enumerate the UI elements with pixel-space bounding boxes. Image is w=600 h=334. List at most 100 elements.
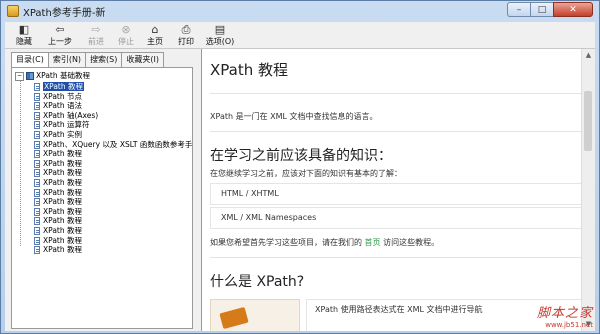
forward-label: 前进 xyxy=(88,37,104,46)
title-bar[interactable]: XPath参考手册-新 – □ ✕ xyxy=(1,1,599,21)
page-title: XPath 教程 xyxy=(210,61,288,79)
divider xyxy=(210,257,582,258)
tree-item[interactable]: XPath 语法 xyxy=(34,101,82,111)
watermark-title: 脚本之家 xyxy=(536,306,593,321)
what-text: XPath 使用路径表达式在 XML 文档中进行导航 xyxy=(315,305,483,314)
tree-item-label: XPath 教程 xyxy=(43,245,82,255)
options-button[interactable]: ▤ 选项(O) xyxy=(201,23,239,47)
print-button[interactable]: ⎙ 打印 xyxy=(169,23,203,47)
page-icon xyxy=(34,207,40,216)
page-icon xyxy=(34,159,40,168)
scroll-up-icon[interactable]: ▲ xyxy=(582,49,595,62)
watermark-url: www.jb51.net xyxy=(545,321,593,329)
client-area: 目录(C) 索引(N) 搜索(S) 收藏夹(I) − XPath 基础教程 XPa… xyxy=(5,49,595,331)
vertical-scrollbar[interactable]: ▲ ▼ xyxy=(581,49,595,331)
tree-item-label: XPath 教程 xyxy=(43,168,82,178)
window-controls: – □ ✕ xyxy=(507,2,593,18)
divider xyxy=(210,131,582,132)
tree-item[interactable]: XPath 教程 xyxy=(34,216,82,226)
page-icon xyxy=(34,150,40,159)
nav-tabs: 目录(C) 索引(N) 搜索(S) 收藏夹(I) xyxy=(11,52,164,68)
stop-icon: ⊗ xyxy=(121,23,131,36)
intro-text: XPath 是一门在 XML 文档中查找信息的语言。 xyxy=(210,112,378,121)
back-arrow-icon: ⇦ xyxy=(55,23,65,36)
tree-item[interactable]: XPath 教程 xyxy=(34,168,82,178)
navigation-pane: 目录(C) 索引(N) 搜索(S) 收藏夹(I) − XPath 基础教程 XPa… xyxy=(5,49,193,331)
back-label: 上一步 xyxy=(48,37,72,46)
tree-item-label: XPath 教程 xyxy=(43,158,82,168)
tree-item-label: XPath 教程 xyxy=(43,178,82,187)
page-icon xyxy=(34,198,40,207)
tree-item-label: XPath 轴(Axes) xyxy=(43,110,99,120)
tab-favorites[interactable]: 收藏夹(I) xyxy=(121,52,164,67)
page-icon xyxy=(34,102,40,111)
print-label: 打印 xyxy=(178,37,194,46)
page-icon xyxy=(34,169,40,178)
toolbar: ◧ 隐藏 ⇦ 上一步 ⇨ 前进 ⊗ 停止 ⌂ 主页 ⎙ 打印 ▤ 选项(O) xyxy=(5,22,595,49)
tree-item[interactable]: XPath 教程 xyxy=(34,178,82,188)
page-icon xyxy=(34,83,40,91)
xpath-illustration xyxy=(210,299,300,331)
tree-item-label: XPath、XQuery 以及 XSLT 函数函数参考手册 xyxy=(43,139,193,149)
tab-contents[interactable]: 目录(C) xyxy=(11,52,49,68)
print-icon: ⎙ xyxy=(181,23,191,36)
page-icon xyxy=(34,140,40,149)
maximize-button[interactable]: □ xyxy=(530,2,554,17)
content-pane: XPath 教程 XPath 是一门在 XML 文档中查找信息的语言。 在学习之… xyxy=(201,49,595,331)
forward-arrow-icon: ⇨ xyxy=(91,23,101,36)
page-icon xyxy=(34,246,40,255)
prereq-note-after: 访问这些教程。 xyxy=(383,238,440,247)
window-title: XPath参考手册-新 xyxy=(23,8,106,19)
help-window: XPath参考手册-新 – □ ✕ ◧ 隐藏 ⇦ 上一步 ⇨ 前进 ⊗ 停止 ⌂… xyxy=(0,0,600,334)
page-icon xyxy=(34,188,40,197)
options-icon: ▤ xyxy=(214,23,226,36)
tree-item[interactable]: XPath 教程 xyxy=(34,197,82,207)
tree-item-label: XPath 教程 xyxy=(43,216,82,226)
tree-item[interactable]: XPath 教程 xyxy=(34,82,84,92)
pane-splitter[interactable] xyxy=(193,49,197,331)
home-icon: ⌂ xyxy=(151,23,159,36)
tree-item[interactable]: XPath 实例 xyxy=(34,130,82,140)
tree-item-label: XPath 语法 xyxy=(43,101,82,111)
hide-icon: ◧ xyxy=(18,23,30,36)
book-icon xyxy=(26,72,34,80)
hide-button[interactable]: ◧ 隐藏 xyxy=(7,23,41,47)
tree-guide-line xyxy=(20,81,21,246)
scroll-thumb[interactable] xyxy=(584,91,592,151)
prereq-text: 在您继续学习之前，应该对下面的知识有基本的了解： xyxy=(210,169,402,178)
what-heading: 什么是 XPath? xyxy=(210,274,305,290)
tag-image xyxy=(219,306,249,330)
minimize-button[interactable]: – xyxy=(507,2,531,17)
tab-search[interactable]: 搜索(S) xyxy=(85,52,123,67)
prereq-note: 如果您希望首先学习这些项目，请在我们的 首页 访问这些教程。 xyxy=(210,237,439,248)
page-icon xyxy=(34,131,40,139)
tree-item-label: XPath 实例 xyxy=(43,130,82,139)
back-button[interactable]: ⇦ 上一步 xyxy=(43,23,77,47)
homepage-link[interactable]: 首页 xyxy=(365,238,381,247)
close-button[interactable]: ✕ xyxy=(553,2,593,17)
tree-item-label: XPath 教程 xyxy=(43,187,82,197)
tree-item-label: XPath 教程 xyxy=(43,206,82,216)
tree-item-label: XPath 运算符 xyxy=(43,120,90,130)
app-icon xyxy=(7,5,19,17)
home-button[interactable]: ⌂ 主页 xyxy=(138,23,172,47)
tree-item-label: XPath 节点 xyxy=(43,91,82,101)
tree-item[interactable]: XPath 运算符 xyxy=(34,120,90,130)
tree-item[interactable]: XPath 教程 xyxy=(34,226,82,236)
tree-item[interactable]: XPath 教程 xyxy=(34,149,82,159)
tab-index[interactable]: 索引(N) xyxy=(47,52,87,67)
options-label: 选项(O) xyxy=(205,37,235,46)
tree-item[interactable]: XPath 教程 xyxy=(34,245,82,255)
contents-tree[interactable]: − XPath 基础教程 XPath 教程 XPath 节点 XPath 语法 XPat… xyxy=(11,67,193,329)
page-icon xyxy=(34,217,40,226)
divider xyxy=(210,93,582,94)
prereq-item: XML / XML Namespaces xyxy=(210,207,582,229)
tree-item-label: XPath 教程 xyxy=(43,149,82,159)
page-icon xyxy=(34,227,40,235)
page-icon xyxy=(34,121,40,130)
collapse-icon[interactable]: − xyxy=(15,71,24,81)
forward-button[interactable]: ⇨ 前进 xyxy=(79,23,113,47)
tree-item-label: XPath 教程 xyxy=(43,82,84,91)
tree-root[interactable]: − XPath 基础教程 xyxy=(15,71,90,81)
hide-label: 隐藏 xyxy=(16,37,32,46)
